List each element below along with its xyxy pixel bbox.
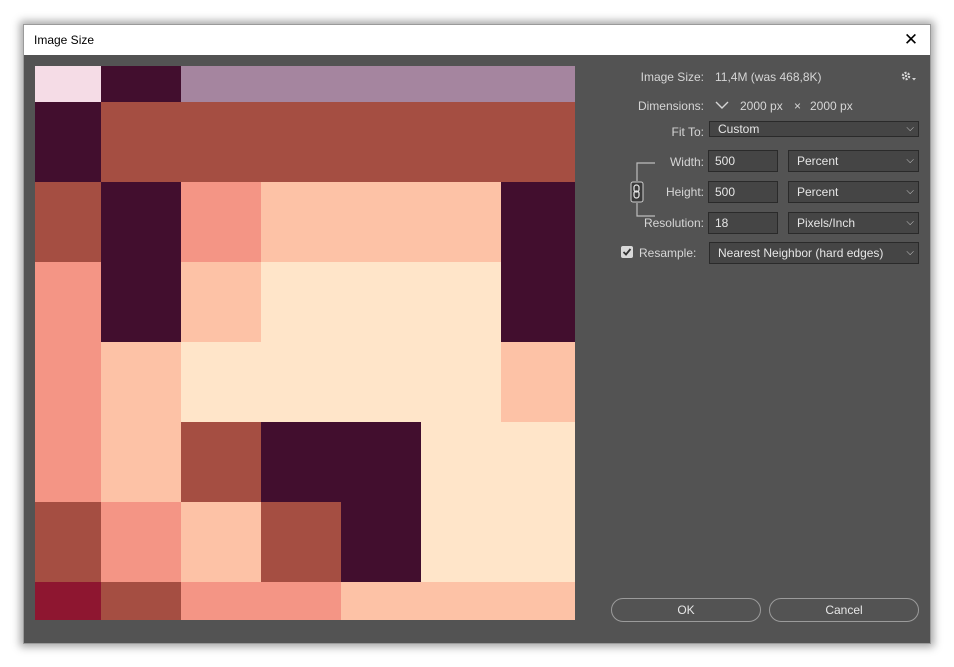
preview-pixel: [421, 502, 501, 582]
cancel-button[interactable]: Cancel: [769, 598, 919, 622]
resolution-label: Resolution:: [643, 216, 704, 230]
preview-pixel: [101, 582, 181, 620]
preview-pixel: [501, 262, 575, 342]
dialog-title: Image Size: [34, 33, 95, 47]
preview-pixel: [421, 422, 501, 502]
preview-pixel: [261, 182, 341, 262]
preview-pixel: [341, 502, 421, 582]
preview-pixel: [261, 502, 341, 582]
dimensions-dropdown-icon[interactable]: [714, 98, 730, 112]
height-unit-select[interactable]: Percent ⌵: [788, 181, 919, 203]
preview-pixel: [341, 182, 421, 262]
resample-checkbox[interactable]: [621, 246, 633, 258]
preview-pixel: [421, 182, 501, 262]
ok-button[interactable]: OK: [611, 598, 761, 622]
title-bar: Image Size ✕: [24, 25, 930, 55]
preview-pixel: [181, 582, 261, 620]
fit-to-label: Fit To:: [671, 125, 704, 139]
preview-pixel: [35, 502, 101, 582]
resolution-unit-select[interactable]: Pixels/Inch ⌵: [788, 212, 919, 234]
preview-pixel: [101, 182, 181, 262]
preview-pixel: [261, 102, 341, 182]
gear-icon[interactable]: [900, 69, 918, 83]
preview-pixel: [101, 66, 181, 102]
preview-pixel: [501, 66, 575, 102]
preview-pixel: [421, 66, 501, 102]
preview-pixel: [501, 422, 575, 502]
dimensions-label: Dimensions:: [637, 99, 704, 113]
resolution-input[interactable]: [708, 212, 778, 234]
preview-pixel: [421, 102, 501, 182]
chevron-down-icon: ⌵: [906, 186, 914, 197]
resample-method-value: Nearest Neighbor (hard edges): [718, 246, 884, 260]
preview-pixel: [501, 502, 575, 582]
height-unit-value: Percent: [797, 185, 839, 199]
preview-pixel: [421, 262, 501, 342]
preview-pixel: [35, 582, 101, 620]
link-icon[interactable]: [629, 153, 659, 223]
preview-pixel: [341, 342, 421, 422]
preview-pixel: [421, 342, 501, 422]
width-unit-select[interactable]: Percent ⌵: [788, 150, 919, 172]
dimensions-width-value: 2000 px: [740, 99, 783, 113]
height-label: Height:: [665, 185, 704, 199]
preview-pixel: [101, 262, 181, 342]
preview-pixel: [501, 342, 575, 422]
preview-pixel: [341, 262, 421, 342]
preview-pixel: [101, 422, 181, 502]
chevron-down-icon: ⌵: [906, 217, 914, 228]
width-unit-value: Percent: [797, 154, 839, 168]
preview-pixel: [261, 342, 341, 422]
preview-pixel: [101, 502, 181, 582]
chevron-down-icon: ⌵: [906, 123, 914, 134]
dialog-body: Image Size: 11,4M (was 468,8K) Dimension…: [24, 55, 930, 643]
resolution-unit-value: Pixels/Inch: [797, 216, 856, 230]
preview-pixel: [181, 102, 261, 182]
preview-pixel: [501, 102, 575, 182]
preview-pixel: [181, 182, 261, 262]
checkmark-icon: [622, 248, 632, 256]
close-button[interactable]: ✕: [900, 29, 922, 51]
preview-pixel: [35, 102, 101, 182]
preview-pixel: [261, 422, 341, 502]
preview-pixel: [341, 66, 421, 102]
chevron-down-icon: ⌵: [906, 247, 914, 258]
height-input[interactable]: [708, 181, 778, 203]
preview-pixel: [35, 66, 101, 102]
preview-pixel: [501, 582, 575, 620]
preview-pixel: [501, 182, 575, 262]
preview-pixel: [35, 182, 101, 262]
image-size-label: Image Size:: [640, 70, 704, 84]
preview-pixel: [35, 422, 101, 502]
preview-pixel: [261, 262, 341, 342]
preview-pixel: [181, 502, 261, 582]
preview-pixel: [35, 262, 101, 342]
resample-label: Resample:: [639, 246, 697, 260]
preview-pixel: [341, 422, 421, 502]
preview-pixel: [181, 66, 261, 102]
dimensions-times-sign: ×: [794, 99, 802, 113]
width-label: Width:: [669, 155, 704, 169]
preview-pixel: [101, 102, 181, 182]
preview-pixel: [181, 422, 261, 502]
preview-pixel: [421, 582, 501, 620]
preview-pixel: [181, 342, 261, 422]
image-size-dialog: Image Size ✕ Image Size: 11,4M (was 468,…: [23, 24, 931, 644]
preview-pixel: [101, 342, 181, 422]
preview-pixel: [341, 102, 421, 182]
dimensions-height-value: 2000 px: [810, 99, 853, 113]
width-input[interactable]: [708, 150, 778, 172]
preview-pixel: [341, 582, 421, 620]
fit-to-select[interactable]: Custom ⌵: [709, 121, 919, 137]
preview-pixel: [261, 582, 341, 620]
preview-pixel: [181, 262, 261, 342]
image-size-value: 11,4M (was 468,8K): [715, 70, 822, 84]
fit-to-value: Custom: [718, 122, 760, 136]
resample-method-select[interactable]: Nearest Neighbor (hard edges) ⌵: [709, 242, 919, 264]
image-preview[interactable]: [35, 66, 575, 620]
preview-pixel: [261, 66, 341, 102]
chevron-down-icon: ⌵: [906, 155, 914, 166]
preview-pixel: [35, 342, 101, 422]
